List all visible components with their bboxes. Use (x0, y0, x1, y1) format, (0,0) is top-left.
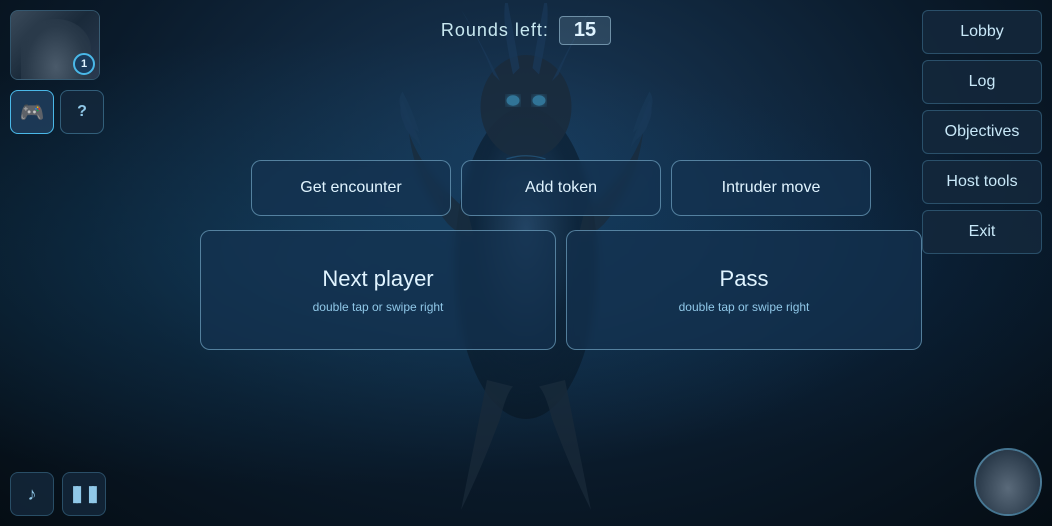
music-button[interactable]: ♪ (10, 472, 54, 516)
pass-subtitle: double tap or swipe right (679, 300, 810, 314)
bottom-left: ♪ ▐▌▐▌ (10, 472, 106, 516)
next-player-subtitle: double tap or swipe right (313, 300, 444, 314)
sound-button[interactable]: ▐▌▐▌ (62, 472, 106, 516)
action-area: Get encounter Add token Intruder move Ne… (200, 160, 922, 350)
rounds-value: 15 (559, 16, 611, 45)
help-button[interactable]: ? (60, 90, 104, 134)
log-button[interactable]: Log (922, 60, 1042, 104)
icon-buttons: 🎮 ? (10, 90, 104, 134)
gamepad-button[interactable]: 🎮 (10, 90, 54, 134)
lobby-button[interactable]: Lobby (922, 10, 1042, 54)
action-row-2: Next player double tap or swipe right Pa… (200, 230, 922, 350)
pass-title: Pass (720, 266, 769, 292)
left-panel: 1 🎮 ? (10, 10, 104, 134)
bottom-player-avatar (974, 448, 1042, 516)
exit-button[interactable]: Exit (922, 210, 1042, 254)
add-token-button[interactable]: Add token (461, 160, 661, 216)
get-encounter-button[interactable]: Get encounter (251, 160, 451, 216)
intruder-move-button[interactable]: Intruder move (671, 160, 871, 216)
header: Rounds left: 15 (0, 0, 1052, 60)
right-panel: Lobby Log Objectives Host tools Exit (922, 10, 1042, 254)
rounds-label: Rounds left: (441, 20, 549, 41)
pass-button[interactable]: Pass double tap or swipe right (566, 230, 922, 350)
host-tools-button[interactable]: Host tools (922, 160, 1042, 204)
player-badge: 1 (73, 53, 95, 75)
objectives-button[interactable]: Objectives (922, 110, 1042, 154)
music-icon: ♪ (28, 484, 37, 505)
next-player-title: Next player (322, 266, 433, 292)
sound-wave-icon: ▐▌▐▌ (68, 486, 100, 502)
player-avatar: 1 (10, 10, 100, 80)
bottom-right-avatar (974, 448, 1042, 516)
next-player-button[interactable]: Next player double tap or swipe right (200, 230, 556, 350)
action-row-1: Get encounter Add token Intruder move (200, 160, 922, 216)
